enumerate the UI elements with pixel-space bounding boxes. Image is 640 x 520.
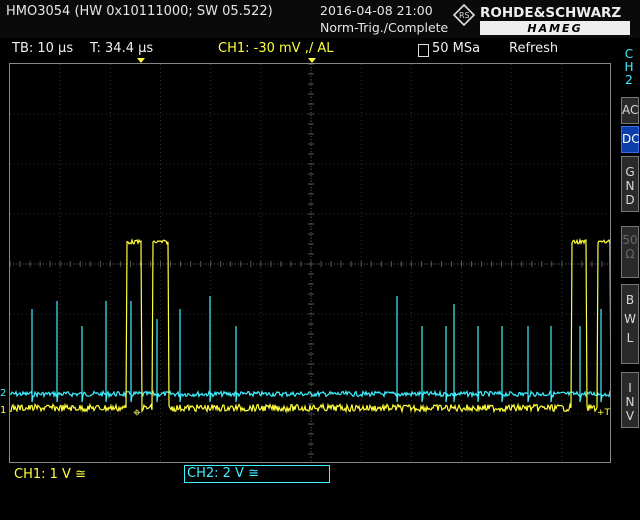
memory-icon bbox=[418, 44, 429, 57]
bwl-letter: B bbox=[625, 293, 635, 307]
brand-bottom-text: HAMEG bbox=[527, 22, 582, 35]
trigger-time-readout[interactable]: T: 34.4 µs bbox=[90, 41, 153, 56]
sample-rate-readout: 50 MSa bbox=[432, 41, 481, 56]
trigger-crosshair-icon: ⌖ bbox=[133, 405, 141, 421]
datetime: 2016-04-08 21:00 bbox=[320, 3, 433, 18]
gnd-letter: D bbox=[625, 193, 635, 207]
brand-emblem-icon: RS bbox=[452, 3, 476, 27]
side-menu-channel-label: C H 2 bbox=[620, 48, 638, 87]
acquisition-mode-readout[interactable]: Refresh bbox=[509, 41, 558, 56]
gnd-letter: N bbox=[625, 179, 635, 193]
status-bar: TB: 10 µs T: 34.4 µs CH1: -30 mV ,/ AL 5… bbox=[0, 40, 616, 60]
trigger-right-marker: +T bbox=[597, 408, 611, 418]
brand-logo: RS ROHDE&SCHWARZ HAMEG bbox=[452, 3, 630, 35]
trigger-status: Norm-Trig./Complete bbox=[320, 20, 449, 35]
waveform-display bbox=[9, 63, 611, 463]
svg-text:RS: RS bbox=[459, 11, 470, 20]
gnd-button[interactable]: G N D bbox=[621, 156, 639, 212]
ch2-ground-marker: 2 bbox=[0, 388, 7, 399]
timebase-readout[interactable]: TB: 10 µs bbox=[12, 41, 73, 56]
bwl-letter: L bbox=[626, 331, 634, 345]
inv-letter: N bbox=[625, 395, 635, 409]
invert-button[interactable]: I N V bbox=[621, 372, 639, 428]
impedance-value: 50 bbox=[622, 233, 638, 247]
ch1-trigger-readout[interactable]: CH1: -30 mV ,/ AL bbox=[218, 41, 333, 56]
channel-number: 2 bbox=[625, 73, 633, 87]
grid bbox=[10, 64, 610, 462]
coupling-ac-button[interactable]: AC bbox=[621, 97, 639, 124]
gnd-letter: G bbox=[625, 165, 635, 179]
brand-top-text: ROHDE&SCHWARZ bbox=[480, 5, 621, 21]
bwl-button[interactable]: B W L bbox=[621, 284, 639, 364]
ohm-symbol: Ω bbox=[625, 247, 635, 261]
inv-letter: V bbox=[625, 409, 635, 423]
ch1-scale-readout[interactable]: CH1: 1 V ≅ bbox=[14, 467, 86, 482]
ch1-ground-marker: 1 bbox=[0, 405, 7, 416]
impedance-50-ohm-button[interactable]: 50 Ω bbox=[621, 226, 639, 278]
ch2-scale-readout[interactable]: CH2: 2 V ≅ bbox=[184, 465, 330, 483]
coupling-dc-button[interactable]: DC bbox=[621, 126, 640, 153]
model-info: HMO3054 (HW 0x10111000; SW 05.522) bbox=[6, 4, 273, 19]
bwl-letter: W bbox=[624, 312, 636, 326]
inv-letter: I bbox=[628, 381, 632, 395]
